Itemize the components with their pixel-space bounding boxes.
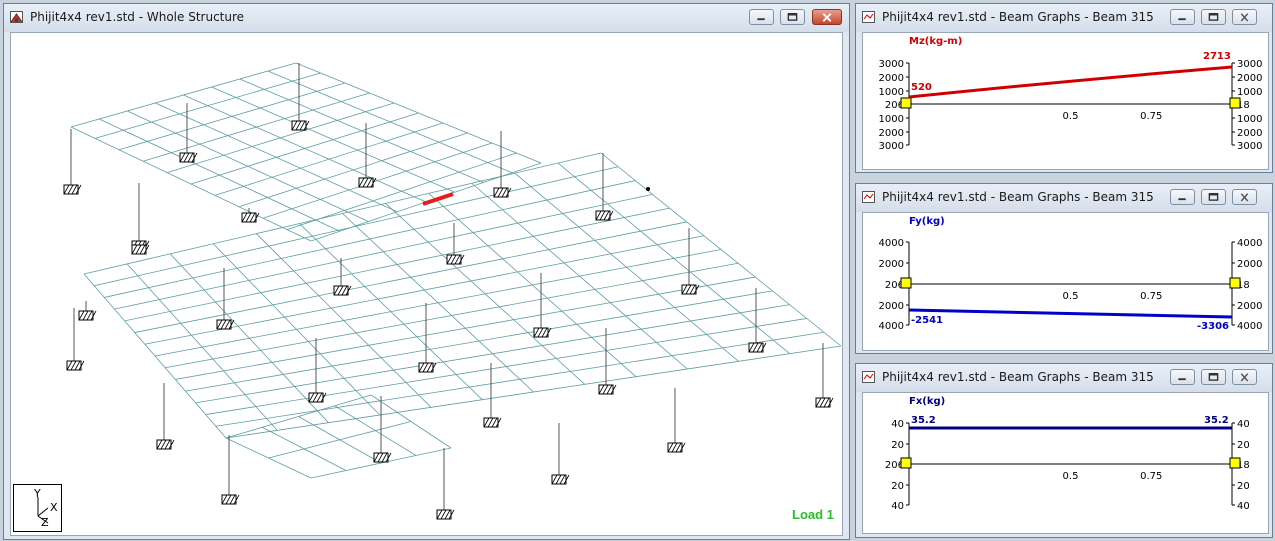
right-tick-label: 20	[1237, 440, 1250, 451]
graph-area: Fy(kg) 4000 2000 206 2000 4000 4000 2000 18 2000 4…	[862, 212, 1269, 351]
left-tick-label: 2000	[879, 73, 904, 84]
minimize-button[interactable]	[1170, 369, 1195, 385]
graph-quantity-label: Mz(kg-m)	[909, 36, 962, 47]
left-tick-label: 1000	[879, 87, 904, 98]
start-value-label: 520	[911, 82, 932, 93]
fx-graph: Fx(kg)4020206204040201820400.5 0.7535.2 35…	[885, 396, 1250, 512]
graph-window-icon	[862, 191, 875, 203]
right-tick-label: 4000	[1237, 321, 1262, 332]
right-tick-label: 1000	[1237, 87, 1262, 98]
fy-graph: Fy(kg)4000200020620004000400020001820004…	[879, 216, 1263, 332]
left-tick-label: 2000	[879, 128, 904, 139]
start-value-label: -2541	[911, 315, 943, 326]
left-tick-label: 3000	[879, 141, 904, 152]
axis-triad-icon: Y Z X	[33, 487, 58, 529]
graph-window-fx: Phijit4x4 rev1.std - Beam Graphs - Beam …	[855, 363, 1273, 538]
x-tick-label: 0.5	[1063, 471, 1079, 482]
right-tick-label: 20	[1237, 481, 1250, 492]
main-window-title: Phijit4x4 rev1.std - Whole Structure	[30, 10, 245, 24]
structure-viewport[interactable]: Y Z X Load 1	[10, 32, 843, 536]
maximize-button[interactable]	[1201, 369, 1226, 385]
structure-model[interactable]	[11, 33, 842, 535]
graph-window-icon	[862, 11, 875, 23]
node-marker-start[interactable]	[900, 457, 912, 469]
graph-window-mz: Phijit4x4 rev1.std - Beam Graphs - Beam …	[855, 3, 1273, 173]
start-value-label: 35.2	[911, 415, 936, 426]
axis-y-label: Y	[33, 487, 41, 500]
graph-area: Fx(kg) 40 20 206 20 40 40 20 18 20 40 0.5 0.75 35.2 35…	[862, 392, 1269, 534]
mz-graph: Mz(kg-m)30002000100020610002000300030002…	[879, 36, 1263, 152]
graph-titlebar[interactable]: Phijit4x4 rev1.std - Beam Graphs - Beam …	[856, 184, 1272, 212]
left-tick-label: 1000	[879, 114, 904, 125]
maximize-button[interactable]	[1201, 189, 1226, 205]
graph-titlebar[interactable]: Phijit4x4 rev1.std - Beam Graphs - Beam …	[856, 4, 1272, 32]
right-tick-label: 3000	[1237, 141, 1262, 152]
x-tick-label: 0.75	[1140, 291, 1162, 302]
left-tick-label: 40	[891, 501, 904, 512]
graph-curve	[908, 65, 1233, 99]
maximize-button[interactable]	[1201, 9, 1226, 25]
end-value-label: -3306	[1197, 321, 1229, 332]
graph-window-icon	[862, 371, 875, 383]
end-value-label: 35.2	[1204, 415, 1229, 426]
right-tick-label: 4000	[1237, 238, 1262, 249]
graph-area: Mz(kg-m) 3000 2000 1000 206 1000 2000 3000 3000 2…	[862, 32, 1269, 170]
right-tick-label: 2000	[1237, 128, 1262, 139]
close-button[interactable]	[1232, 9, 1257, 25]
graph-curve	[908, 308, 1233, 319]
right-tick-label: 3000	[1237, 59, 1262, 70]
main-titlebar[interactable]: Phijit4x4 rev1.std - Whole Structure	[4, 4, 849, 32]
left-tick-label: 40	[891, 419, 904, 430]
right-tick-label: 2000	[1237, 301, 1262, 312]
graph-window-title: Phijit4x4 rev1.std - Beam Graphs - Beam …	[882, 370, 1154, 384]
axis-triad-box: Y Z X	[13, 484, 62, 532]
main-structure-window: Phijit4x4 rev1.std - Whole Structure Y Z…	[3, 3, 850, 540]
selected-beam-315[interactable]	[422, 192, 454, 206]
node-marker-end[interactable]	[1229, 97, 1241, 109]
staad-app-icon	[10, 11, 23, 23]
x-tick-label: 0.75	[1140, 471, 1162, 482]
columns	[70, 63, 824, 510]
x-tick-label: 0.5	[1063, 291, 1079, 302]
axis-z-label: Z	[41, 516, 49, 529]
x-tick-label: 0.5	[1063, 111, 1079, 122]
node-marker-end[interactable]	[1229, 457, 1241, 469]
right-tick-label: 2000	[1237, 259, 1262, 270]
right-tick-label: 2000	[1237, 73, 1262, 84]
end-value-label: 2713	[1203, 51, 1231, 62]
close-button[interactable]	[812, 9, 842, 25]
load-case-label: Load 1	[792, 507, 834, 522]
left-tick-label: 20	[891, 440, 904, 451]
minimize-button[interactable]	[1170, 189, 1195, 205]
x-tick-label: 0.75	[1140, 111, 1162, 122]
graph-window-fy: Phijit4x4 rev1.std - Beam Graphs - Beam …	[855, 183, 1273, 354]
right-tick-label: 40	[1237, 501, 1250, 512]
fixed-supports	[63, 120, 834, 520]
graph-quantity-label: Fy(kg)	[909, 216, 945, 227]
left-tick-label: 4000	[879, 321, 904, 332]
left-tick-label: 2000	[879, 259, 904, 270]
maximize-button[interactable]	[780, 9, 805, 25]
node-marker-start[interactable]	[900, 277, 912, 289]
left-tick-label: 3000	[879, 59, 904, 70]
node-point	[646, 187, 650, 191]
slab-grid	[70, 62, 842, 479]
left-tick-label: 20	[891, 481, 904, 492]
minimize-button[interactable]	[1170, 9, 1195, 25]
graph-quantity-label: Fx(kg)	[909, 396, 945, 407]
minimize-button[interactable]	[749, 9, 774, 25]
axis-x-label: X	[50, 501, 58, 514]
right-tick-label: 1000	[1237, 114, 1262, 125]
right-tick-label: 40	[1237, 419, 1250, 430]
graph-titlebar[interactable]: Phijit4x4 rev1.std - Beam Graphs - Beam …	[856, 364, 1272, 392]
node-marker-end[interactable]	[1229, 277, 1241, 289]
left-tick-label: 4000	[879, 238, 904, 249]
node-marker-start[interactable]	[900, 97, 912, 109]
close-button[interactable]	[1232, 369, 1257, 385]
graph-window-title: Phijit4x4 rev1.std - Beam Graphs - Beam …	[882, 190, 1154, 204]
close-button[interactable]	[1232, 189, 1257, 205]
left-tick-label: 2000	[879, 301, 904, 312]
graph-window-title: Phijit4x4 rev1.std - Beam Graphs - Beam …	[882, 10, 1154, 24]
